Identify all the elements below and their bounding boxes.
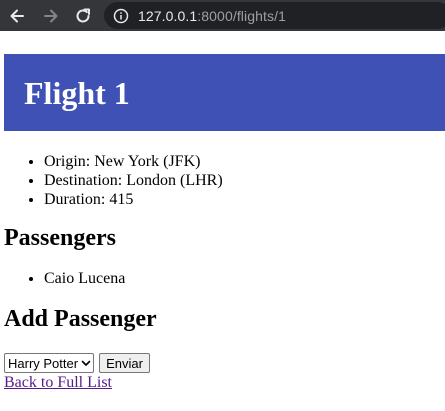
- back-button[interactable]: [4, 3, 30, 29]
- chevron-down-icon: [81, 358, 91, 368]
- passenger-select-value: Harry Potter: [8, 355, 79, 371]
- page-content: Flight 1 Origin: New York (JFK) Destinat…: [0, 54, 445, 392]
- arrow-right-icon: [44, 9, 58, 22]
- passengers-heading: Passengers: [4, 225, 116, 251]
- duration-item: Duration: 415: [44, 190, 445, 209]
- submit-button[interactable]: Enviar: [99, 353, 150, 373]
- origin-item: Origin: New York (JFK): [44, 152, 445, 171]
- url-host: 127.0.0.1: [138, 7, 198, 24]
- list-item: Caio Lucena: [44, 269, 445, 288]
- add-passenger-heading: Add Passenger: [4, 306, 157, 332]
- arrow-left-icon: [10, 9, 24, 22]
- destination-item: Destination: London (LHR): [44, 171, 445, 190]
- reload-icon: [76, 8, 90, 22]
- address-bar[interactable]: 127.0.0.1:8000/flights/1: [104, 2, 445, 29]
- passenger-list: Caio Lucena: [0, 269, 445, 288]
- reload-button[interactable]: [70, 3, 96, 29]
- flight-banner: Flight 1: [4, 54, 445, 131]
- info-icon[interactable]: [113, 8, 129, 24]
- passenger-select[interactable]: Harry Potter: [4, 353, 95, 373]
- back-to-list-link[interactable]: Back to Full List: [4, 374, 445, 392]
- url-path: :8000/flights/1: [197, 7, 286, 24]
- flight-details-list: Origin: New York (JFK) Destination: Lond…: [0, 152, 445, 209]
- page-title: Flight 1: [24, 74, 130, 111]
- browser-toolbar: 127.0.0.1:8000/flights/1: [0, 0, 445, 31]
- forward-button[interactable]: [38, 3, 64, 29]
- add-passenger-form: Harry Potter Enviar: [0, 353, 445, 373]
